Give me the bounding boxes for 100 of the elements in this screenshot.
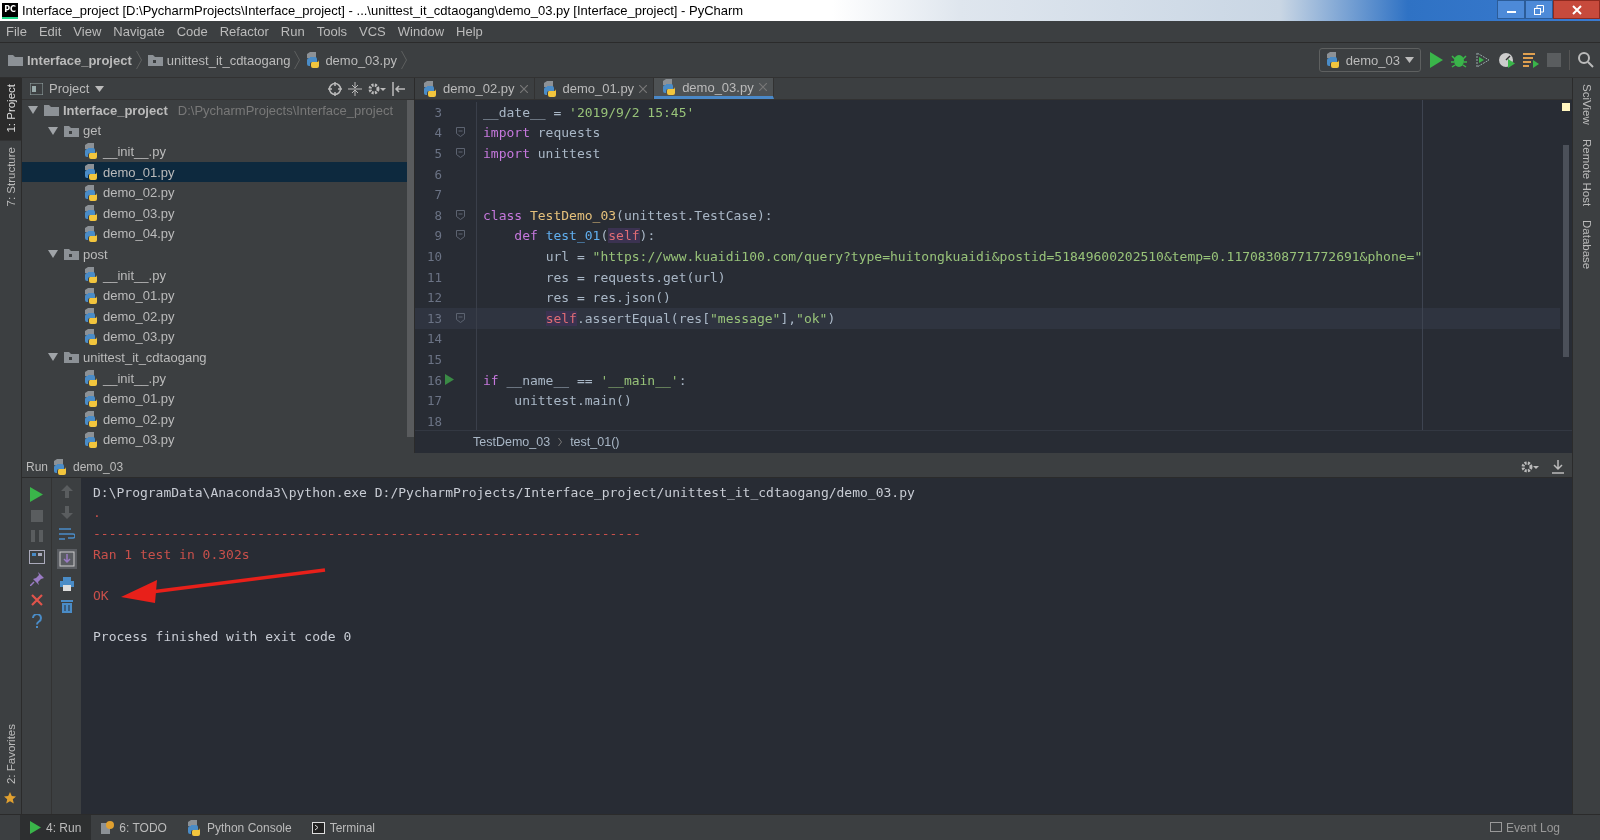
tree-item[interactable]: demo_01.py xyxy=(22,388,407,409)
layout-icon[interactable] xyxy=(28,550,45,564)
console-line: Process finished with exit code 0 xyxy=(93,628,352,644)
chevron-icon xyxy=(135,51,142,69)
menu-item[interactable]: Navigate xyxy=(107,24,171,39)
menu-item[interactable]: VCS xyxy=(353,24,392,39)
hide-icon[interactable] xyxy=(1552,459,1564,474)
scroll-to-end-icon[interactable] xyxy=(56,549,77,569)
python-file-icon xyxy=(542,80,558,97)
event-log-button[interactable]: Event Log xyxy=(1505,820,1560,835)
tool-window-button[interactable]: Terminal xyxy=(301,815,386,840)
fold-marker-icon[interactable] xyxy=(456,148,465,158)
tree-item[interactable]: demo_04.py xyxy=(22,223,407,245)
tree-item[interactable]: demo_03.py xyxy=(22,429,407,451)
tree-item[interactable]: unittest_it_cdtaogang xyxy=(22,347,407,368)
settings-icon[interactable] xyxy=(368,81,386,96)
tree-item[interactable]: demo_02.py xyxy=(22,182,407,203)
fold-marker-icon[interactable] xyxy=(456,312,465,323)
editor-tab[interactable]: demo_02.py xyxy=(415,78,535,99)
editor-tab[interactable]: demo_01.py xyxy=(534,78,655,99)
scrollbar[interactable] xyxy=(1563,145,1569,357)
breadcrumb-item[interactable]: unittest_it_cdtaogang xyxy=(166,52,291,68)
pin-icon[interactable] xyxy=(29,572,44,586)
code-line: import unittest xyxy=(483,146,601,161)
breadcrumb-item[interactable]: TestDemo_03 xyxy=(473,435,551,449)
close-icon[interactable] xyxy=(758,83,767,91)
line-number: 9 xyxy=(433,228,442,244)
tool-window-tab[interactable]: 1: Project xyxy=(0,78,21,141)
search-icon[interactable] xyxy=(1578,52,1594,68)
close-icon[interactable] xyxy=(30,594,43,606)
close-icon[interactable] xyxy=(519,84,528,93)
fold-marker-icon[interactable] xyxy=(456,127,465,138)
close-icon[interactable] xyxy=(639,84,648,93)
caret-icon[interactable] xyxy=(95,85,105,92)
restore-icon xyxy=(1534,4,1544,15)
tree-item[interactable]: __init__.py xyxy=(22,367,407,389)
tree-item[interactable]: demo_02.py xyxy=(22,305,407,327)
tree-item[interactable]: __init__.py xyxy=(22,141,407,162)
console-line: D:\ProgramData\Anaconda3\python.exe D:/PycharmProjects/Interface_project/unittest_it_cdtaogang/demo_03.py xyxy=(93,484,915,500)
print-icon[interactable] xyxy=(59,577,74,591)
tree-item[interactable]: post xyxy=(22,244,407,265)
tool-window-button[interactable]: Python Console xyxy=(176,815,302,840)
menu-item[interactable]: Refactor xyxy=(213,24,275,39)
tree-item[interactable]: demo_02.py xyxy=(22,408,407,430)
collapse-all-icon[interactable] xyxy=(348,81,362,96)
tool-window-button[interactable]: 6: TODO xyxy=(91,815,177,840)
breadcrumb-item[interactable]: demo_03.py xyxy=(325,52,397,68)
minimize-button[interactable] xyxy=(1497,0,1525,19)
python-file-icon xyxy=(84,267,99,284)
fold-marker-icon[interactable] xyxy=(456,209,465,220)
run-tab[interactable]: demo_03 xyxy=(73,459,124,474)
menu-item[interactable]: File xyxy=(0,24,33,39)
tree-item[interactable]: demo_01.py xyxy=(22,285,407,306)
restore-button[interactable] xyxy=(1525,0,1553,19)
breadcrumb-item[interactable]: test_01() xyxy=(570,435,620,449)
tree-item[interactable]: demo_03.py xyxy=(22,202,407,224)
menu-item[interactable]: Tools xyxy=(310,24,354,39)
tool-window-tab[interactable]: 7: Structure xyxy=(0,140,21,215)
trash-icon[interactable] xyxy=(60,599,73,613)
code-line: url = "https://www.kuaidi100.com/query?type=huitongkuaidi&postid=51849600202510&temp=0.11708308771772691&phone=" xyxy=(544,248,1423,264)
menu-item[interactable]: Run xyxy=(274,24,311,39)
breadcrumb-item[interactable]: Interface_project xyxy=(27,52,132,68)
locate-icon[interactable] xyxy=(328,81,342,96)
line-number: 3 xyxy=(433,104,442,120)
coverage-icon[interactable] xyxy=(1475,52,1491,68)
soft-wrap-icon[interactable] xyxy=(58,527,75,541)
tree-item[interactable]: get xyxy=(22,120,407,142)
hide-icon[interactable] xyxy=(392,81,406,96)
tool-window-tab[interactable]: Database xyxy=(1580,219,1593,270)
code-line: self.assertEqual(res["message"],"ok") xyxy=(544,310,836,326)
profiler-icon[interactable] xyxy=(1499,52,1515,68)
tool-window-tab[interactable]: 2: Favorites xyxy=(0,717,21,792)
fold-marker-icon[interactable] xyxy=(456,230,465,241)
bug-icon[interactable] xyxy=(1451,52,1467,68)
concurrency-icon[interactable] xyxy=(1523,52,1539,68)
close-button[interactable] xyxy=(1553,0,1600,19)
editor-tab[interactable]: demo_03.py xyxy=(654,78,774,99)
menu-item[interactable]: Help xyxy=(450,24,489,39)
tool-window-tab[interactable]: Remote Host xyxy=(1580,138,1593,206)
code-line: def test_01(self): xyxy=(513,228,656,244)
settings-icon[interactable] xyxy=(1521,459,1539,474)
tree-item[interactable]: Interface_project D:\PycharmProjects\Interface_project xyxy=(22,100,407,121)
code-line: unittest.main() xyxy=(513,393,632,409)
tool-window-button[interactable]: 4: Run xyxy=(20,815,92,840)
expand-arrow-icon xyxy=(48,353,58,362)
menu-item[interactable]: Window xyxy=(391,24,451,39)
tree-item[interactable]: demo_01.py xyxy=(22,161,407,183)
menu-item[interactable]: View xyxy=(67,24,108,39)
help-icon[interactable] xyxy=(31,614,42,628)
menu-item[interactable]: Code xyxy=(170,24,214,39)
run-icon[interactable] xyxy=(1429,52,1443,68)
event-log-icon[interactable] xyxy=(1489,821,1502,834)
tool-window-tab[interactable]: SciView xyxy=(1580,84,1593,125)
scrollbar[interactable] xyxy=(407,100,414,437)
tree-item[interactable]: __init__.py xyxy=(22,264,407,286)
run-icon[interactable] xyxy=(30,487,43,502)
tree-item[interactable]: demo_03.py xyxy=(22,326,407,348)
menu-item[interactable]: Edit xyxy=(32,24,68,39)
run-icon[interactable] xyxy=(445,373,454,385)
run-configuration-dropdown[interactable]: demo_03 xyxy=(1318,48,1421,72)
